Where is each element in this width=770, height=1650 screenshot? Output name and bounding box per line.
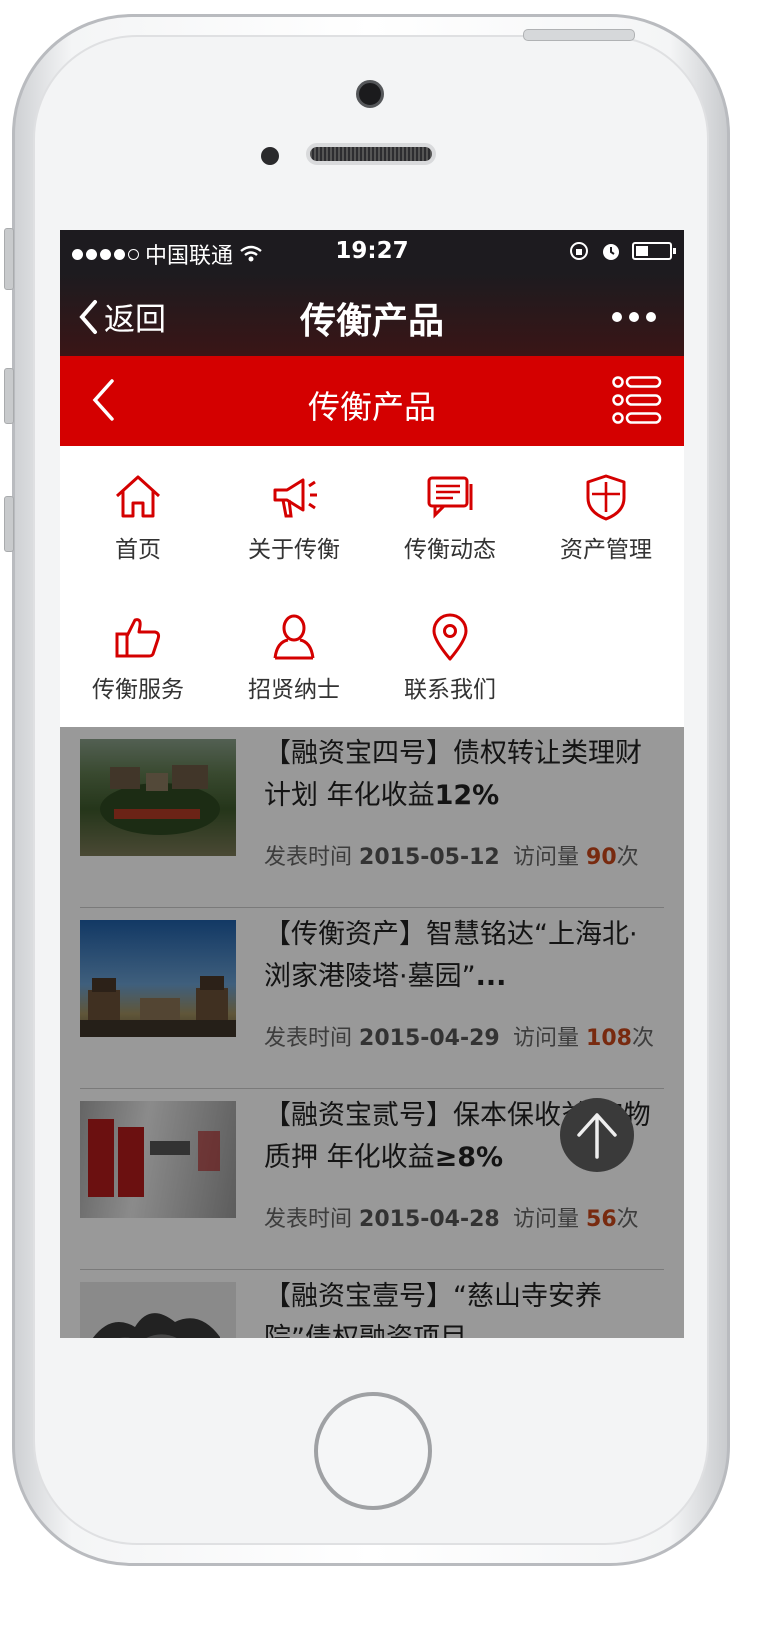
menu-label: 联系我们 [404,677,496,703]
menu-label: 招贤纳士 [248,677,340,703]
menu-label: 传衡服务 [92,677,184,703]
article-title[interactable]: 【融资宝四号】债权转让类理财计划 年化收益12% [264,733,659,817]
menu-label: 关于传衡 [248,537,340,563]
home-icon [115,475,161,518]
back-to-top-button[interactable] [560,1098,634,1172]
article-thumbnail[interactable] [80,1282,236,1338]
article-thumbnail[interactable] [80,1101,236,1218]
article-title[interactable]: 【融资宝壹号】“慈山寺安养院”债权融资项目 [264,1276,659,1338]
category-menu: 首页 关于传衡 传衡动态 资产管理 传衡服务 招贤纳士 联系我们 [60,446,684,727]
menu-item-news[interactable]: 传衡动态 [372,472,528,564]
list-item[interactable]: 【融资宝壹号】“慈山寺安养院”债权融资项目 [80,1270,664,1338]
wechat-page-title: 传衡产品 [299,301,444,342]
shield-icon [586,474,626,521]
article-list: 【融资宝四号】债权转让类理财计划 年化收益12% 发表时间 2015-05-12… [60,727,684,1338]
thumbs-up-icon [115,618,161,658]
chat-icon [427,476,473,519]
menu-item-contact[interactable]: 联系我们 [372,612,528,704]
mute-switch [4,228,14,290]
article-thumbnail[interactable] [80,920,236,1037]
menu-item-careers[interactable]: 招贤纳士 [216,612,372,704]
menu-label: 资产管理 [560,537,652,563]
alarm-icon [603,244,619,260]
menu-item-services[interactable]: 传衡服务 [60,612,216,704]
front-camera [356,80,384,108]
volume-down-button [4,496,14,552]
wechat-nav-bar: 返回 传衡产品 [60,274,684,356]
location-pin-icon [432,613,468,661]
person-icon [273,614,315,660]
list-item[interactable]: 【融资宝四号】债权转让类理财计划 年化收益12% 发表时间 2015-05-12… [80,727,664,908]
megaphone-icon [273,478,317,518]
rotation-lock-icon [570,242,588,260]
home-button[interactable] [314,1392,432,1510]
menu-list-icon[interactable] [612,376,662,428]
arrow-up-icon [577,1113,617,1159]
power-button [523,29,635,41]
site-header: 传衡产品 [60,356,684,446]
menu-label: 传衡动态 [404,537,496,563]
menu-label: 首页 [115,537,161,563]
article-title[interactable]: 【传衡资产】智慧铭达“上海北·浏家港陵塔·墓园”... [264,914,659,998]
phone-screen: 中国联通 19:27 返回 传衡产品 传衡产品 首页 关于传衡 传衡动态 资产管… [60,230,684,1338]
proximity-sensor [261,147,279,165]
article-thumbnail[interactable] [80,739,236,856]
article-meta: 发表时间 2015-05-12 访问量 90次 [264,845,639,870]
site-title: 传衡产品 [307,388,436,426]
earpiece-speaker [306,143,436,165]
battery-icon [632,242,676,260]
more-options-icon[interactable] [612,312,656,322]
article-meta: 发表时间 2015-04-29 访问量 108次 [264,1026,654,1051]
status-bar: 中国联通 19:27 [60,230,684,274]
menu-item-about[interactable]: 关于传衡 [216,472,372,564]
list-item[interactable]: 【传衡资产】智慧铭达“上海北·浏家港陵塔·墓园”... 发表时间 2015-04… [80,908,664,1089]
menu-item-asset-management[interactable]: 资产管理 [528,472,684,564]
volume-up-button [4,368,14,424]
menu-item-home[interactable]: 首页 [60,472,216,564]
article-meta: 发表时间 2015-04-28 访问量 56次 [264,1207,639,1232]
